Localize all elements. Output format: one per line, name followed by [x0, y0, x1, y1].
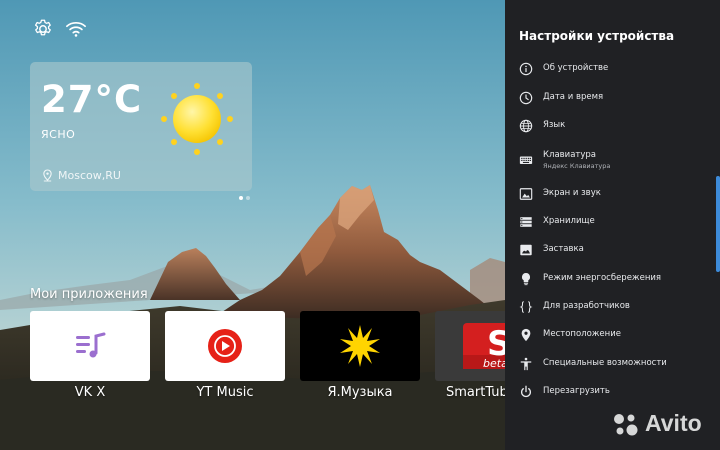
settings-item-label: Клавиатура [543, 150, 597, 160]
page-indicator-dot-active [239, 196, 243, 200]
avito-watermark: Avito [611, 410, 711, 438]
location-icon [521, 328, 531, 342]
screensaver-icon [520, 244, 532, 256]
settings-item-label: Хранилище [543, 216, 595, 226]
settings-item-screensaver[interactable]: Заставка [505, 236, 715, 264]
settings-item-location[interactable]: Местоположение [505, 321, 715, 349]
settings-item-date-time[interactable]: Дата и время [505, 84, 715, 112]
settings-item-label: Местоположение [543, 329, 621, 339]
sun-icon [161, 83, 233, 155]
settings-scrollbar[interactable] [716, 176, 720, 272]
display-icon [519, 188, 533, 200]
keyboard-icon [519, 156, 533, 164]
settings-item-label: Об устройстве [543, 63, 609, 73]
app-tile-vk-x[interactable] [30, 311, 150, 381]
settings-item-storage[interactable]: Хранилище [505, 208, 715, 236]
storage-icon [520, 217, 532, 227]
settings-item-developers[interactable]: Для разработчиков [505, 293, 715, 321]
settings-item-label: Перезагрузить [543, 386, 610, 396]
weather-widget[interactable]: 27°C ЯСНО Moscow,RU [30, 62, 252, 191]
settings-item-label: Для разработчиков [543, 301, 630, 311]
settings-item-label: Экран и звук [543, 188, 601, 198]
apps-section-heading: Мои приложения [30, 287, 148, 302]
settings-item-accessibility[interactable]: Специальные возможности [505, 350, 715, 378]
settings-item-about[interactable]: Об устройстве [505, 55, 715, 83]
settings-item-keyboard[interactable]: Клавиатура Яндекс Клавиатура [505, 144, 715, 178]
vk-music-icon [76, 332, 106, 358]
settings-item-energy-saving[interactable]: Режим энергосбережения [505, 265, 715, 293]
wifi-icon[interactable] [65, 18, 87, 40]
settings-item-label: Специальные возможности [543, 358, 667, 368]
settings-item-label: Дата и время [543, 92, 604, 102]
weather-location: Moscow,RU [58, 169, 121, 182]
app-label-yt-music: YT Music [196, 385, 254, 400]
info-icon [519, 62, 533, 76]
settings-item-reboot[interactable]: Перезагрузить [505, 378, 715, 406]
device-settings-panel: Настройки устройства Об устройстве Дата … [505, 0, 720, 450]
settings-item-label: Язык [543, 120, 566, 130]
settings-item-sublabel: Яндекс Клавиатура [543, 162, 611, 170]
gear-icon[interactable] [32, 18, 54, 40]
settings-item-language[interactable]: Язык [505, 112, 715, 140]
avito-logo [614, 414, 638, 436]
settings-item-display-sound[interactable]: Экран и звук [505, 180, 715, 208]
power-icon [521, 385, 531, 398]
globe-icon [519, 119, 533, 133]
lightbulb-icon [521, 273, 531, 286]
clock-icon [519, 91, 533, 105]
youtube-music-icon [208, 329, 242, 363]
settings-item-label: Заставка [543, 244, 584, 254]
weather-condition: ЯСНО [41, 128, 76, 141]
app-label-yandex-music: Я.Музыка [327, 385, 393, 400]
accessibility-icon [520, 357, 532, 371]
panel-title: Настройки устройства [519, 29, 675, 43]
location-pin-icon [43, 169, 52, 182]
app-tile-yt-music[interactable] [165, 311, 285, 381]
temperature: 27°C [41, 78, 143, 121]
page-indicator-dot [246, 196, 250, 200]
app-tile-yandex-music[interactable] [300, 311, 420, 381]
yandex-music-icon [340, 325, 380, 367]
settings-item-label: Режим энергосбережения [543, 273, 662, 283]
avito-watermark-text: Avito [645, 410, 702, 436]
app-label-vk-x: VK X [74, 385, 106, 400]
braces-icon [519, 301, 533, 313]
